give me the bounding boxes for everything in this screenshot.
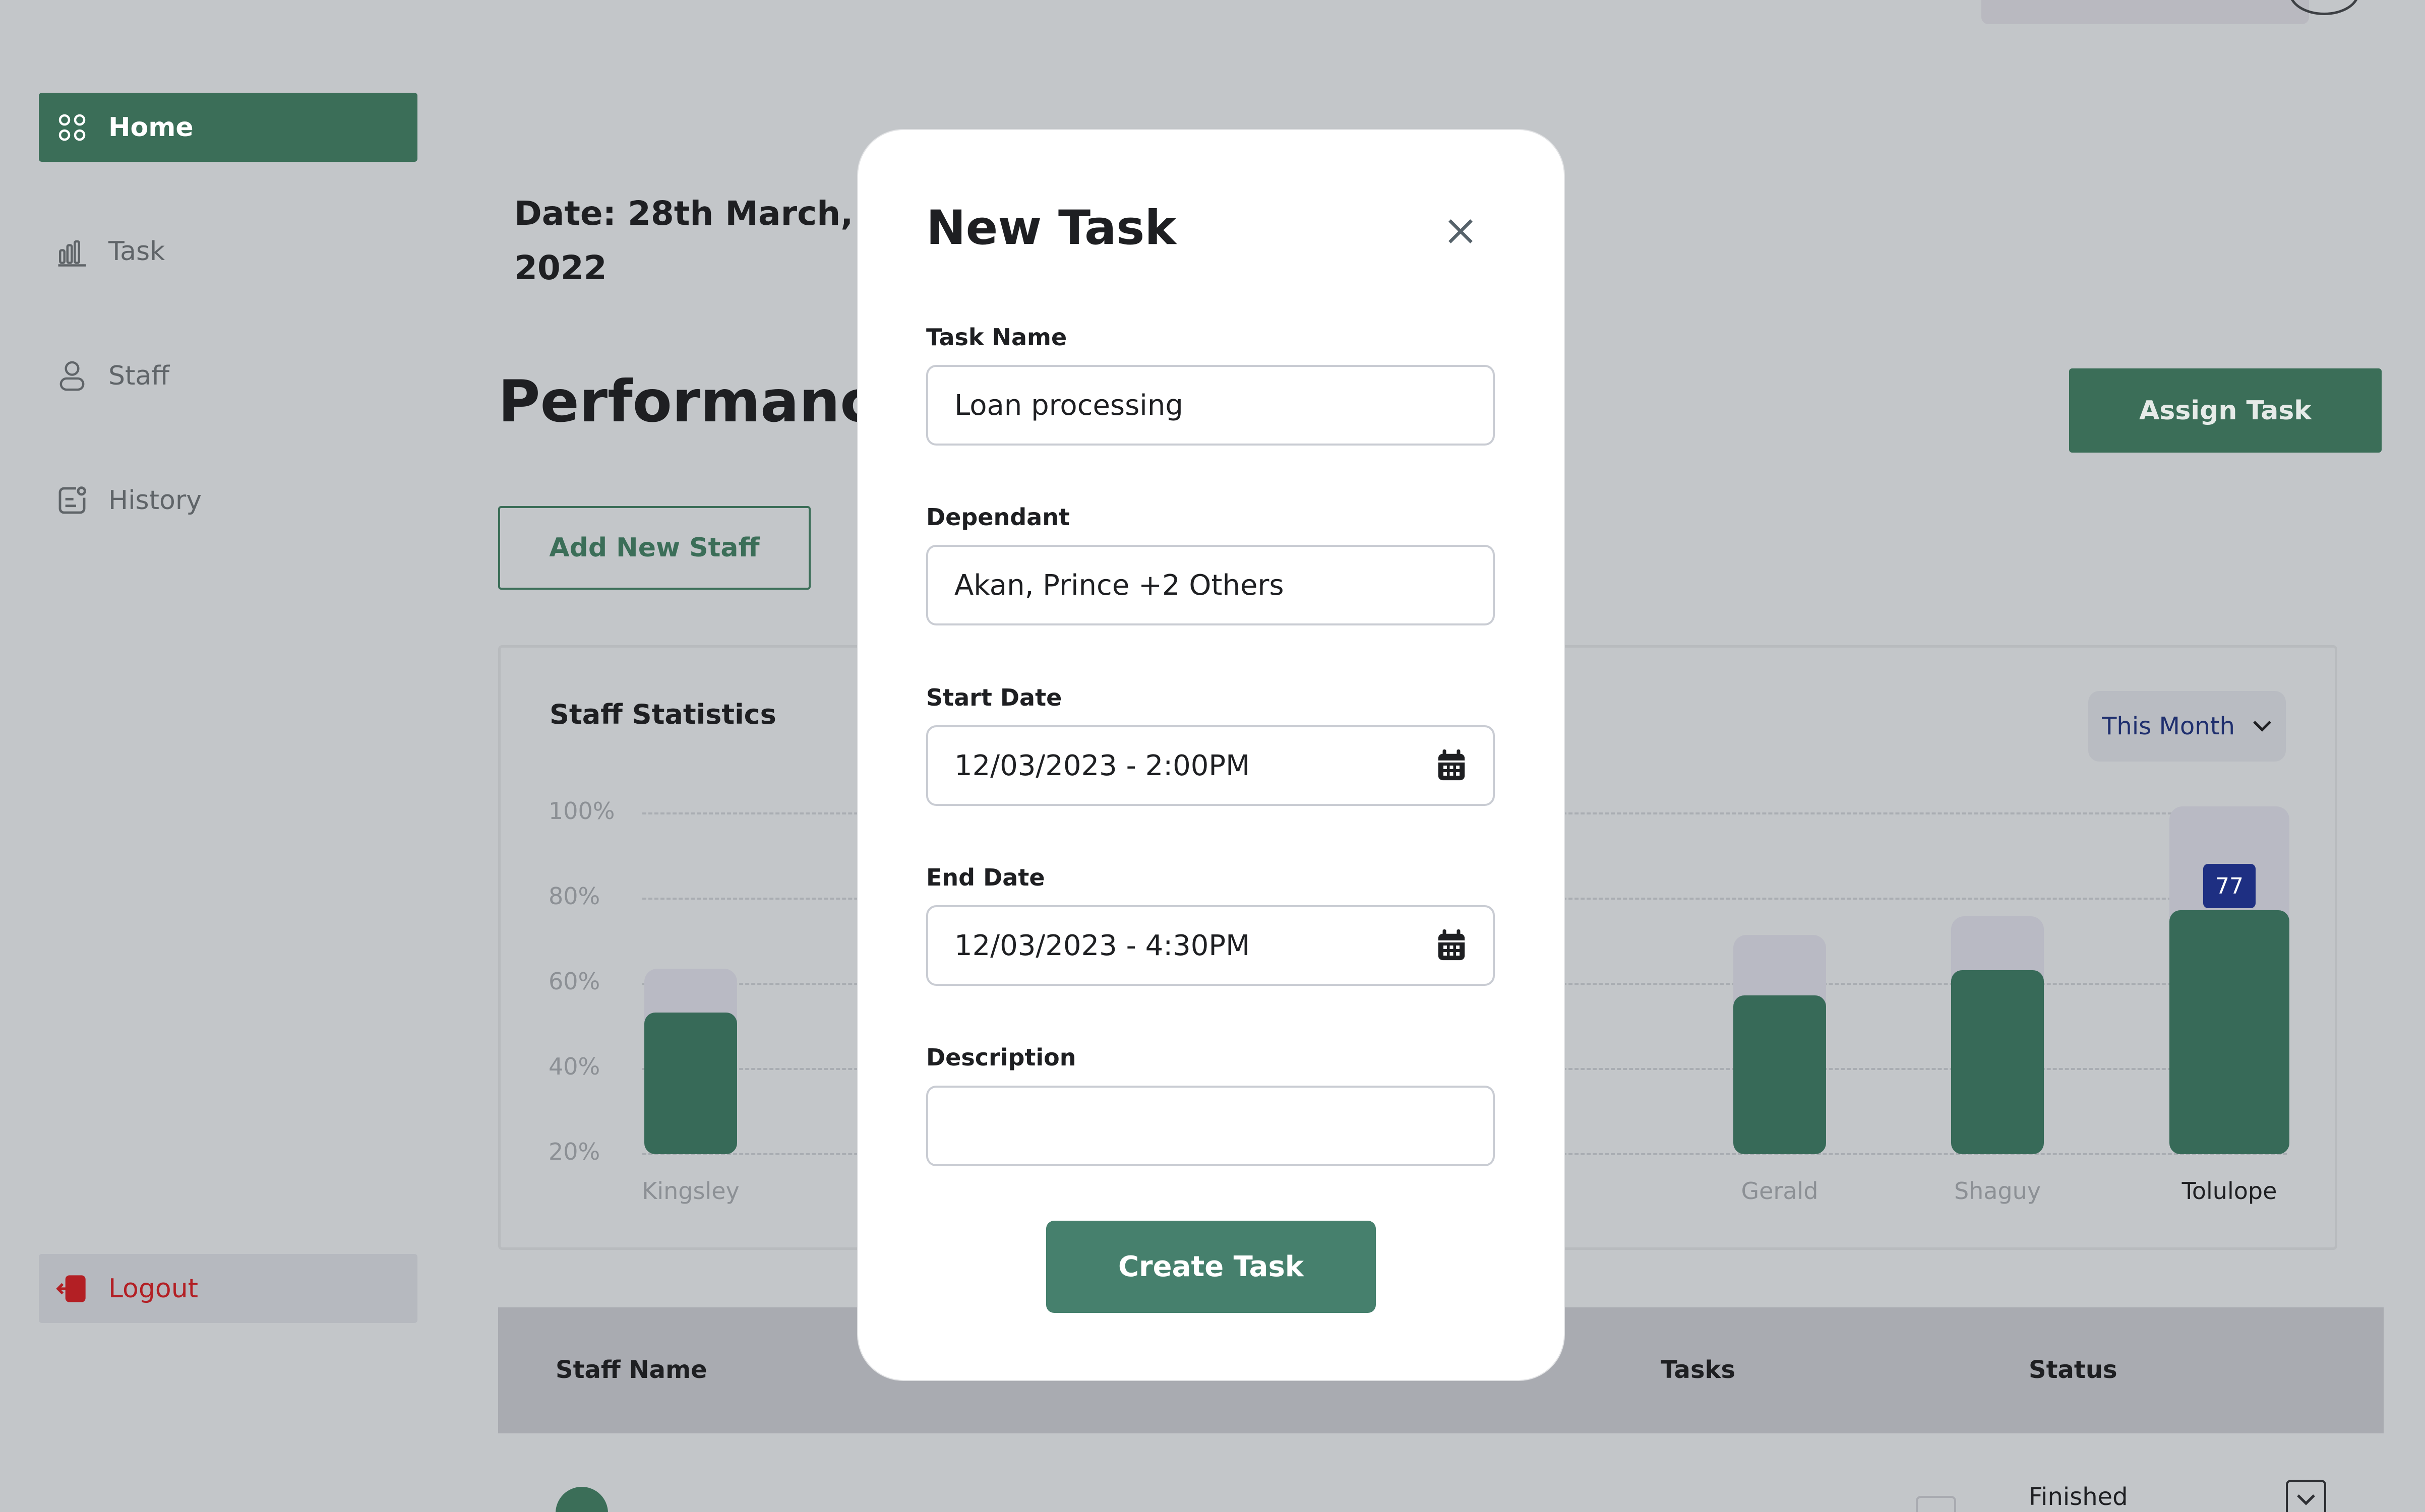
sidebar-item-history[interactable]: History (39, 466, 417, 535)
dependant-input[interactable]: Akan, Prince +2 Others (926, 545, 1495, 625)
x-axis-label: Tolulope (2181, 1177, 2277, 1205)
app-frame: Home Task Staff History Logout Date: 28t… (0, 0, 2425, 1512)
bar-gerald[interactable] (1733, 995, 1826, 1154)
sidebar-item-home[interactable]: Home (39, 93, 417, 162)
top-search-bar[interactable] (1981, 0, 2309, 24)
x-axis-label: Gerald (1741, 1177, 1818, 1205)
y-tick-label: 40% (549, 1053, 600, 1080)
stats-title: Staff Statistics (550, 699, 776, 730)
y-tick-label: 60% (549, 968, 600, 995)
bar-kingsley[interactable] (644, 1013, 737, 1154)
description-label: Description (926, 1044, 1076, 1071)
description-input[interactable] (926, 1086, 1495, 1166)
user-icon (56, 360, 88, 392)
close-button[interactable] (1443, 214, 1478, 249)
column-header-staff-name: Staff Name (556, 1356, 707, 1384)
assign-task-button[interactable]: Assign Task (2069, 368, 2382, 453)
sidebar-item-label: Task (108, 236, 165, 267)
y-tick-label: 80% (549, 883, 600, 910)
bar-shaguy[interactable] (1951, 970, 2044, 1154)
calendar-icon[interactable] (1436, 929, 1467, 962)
close-icon (1448, 219, 1473, 243)
status-badge: Finished (2029, 1483, 2128, 1511)
logout-button[interactable]: Logout (39, 1254, 417, 1323)
task-name-input[interactable]: Loan processing (926, 365, 1495, 446)
task-name-value: Loan processing (954, 389, 1183, 422)
start-date-value: 12/03/2023 - 2:00PM (954, 749, 1250, 782)
modal-title: New Task (926, 201, 1176, 256)
bar-chart-icon (56, 235, 88, 268)
sidebar-item-label: Home (108, 112, 194, 143)
x-axis-label: Kingsley (642, 1177, 740, 1205)
row-checkbox[interactable] (1916, 1496, 1956, 1512)
y-tick-label: 20% (549, 1138, 600, 1165)
avatar (556, 1487, 608, 1512)
logout-icon (56, 1273, 88, 1305)
logout-label: Logout (108, 1273, 199, 1304)
start-date-input[interactable]: 12/03/2023 - 2:00PM (926, 725, 1495, 806)
current-date: Date: 28th March, 2022 (514, 194, 854, 287)
bar-value-tooltip: 77 (2203, 864, 2256, 908)
calendar-icon[interactable] (1436, 749, 1467, 782)
column-header-status: Status (2029, 1356, 2117, 1384)
sidebar-item-staff[interactable]: Staff (39, 341, 417, 410)
end-date-value: 12/03/2023 - 4:30PM (954, 929, 1250, 962)
sidebar-item-label: Staff (108, 360, 170, 391)
chevron-down-icon (2297, 1494, 2315, 1505)
period-select-value: This Month (2102, 712, 2235, 740)
sidebar-item-label: History (108, 485, 202, 516)
row-expand-button[interactable] (2286, 1480, 2326, 1512)
history-icon (56, 484, 88, 517)
column-header-tasks: Tasks (1661, 1356, 1736, 1384)
period-select[interactable]: This Month (2088, 691, 2286, 762)
dependant-label: Dependant (926, 503, 1070, 531)
grid-icon (56, 111, 88, 144)
add-new-staff-button[interactable]: Add New Staff (498, 506, 811, 590)
start-date-label: Start Date (926, 684, 1062, 711)
y-tick-label: 100% (549, 797, 615, 825)
task-name-label: Task Name (926, 324, 1067, 351)
bar-tolulope[interactable] (2169, 910, 2289, 1154)
x-axis-label: Shaguy (1954, 1177, 2041, 1205)
end-date-label: End Date (926, 864, 1045, 891)
create-task-button[interactable]: Create Task (1046, 1221, 1376, 1313)
dependant-value: Akan, Prince +2 Others (954, 569, 1284, 602)
end-date-input[interactable]: 12/03/2023 - 4:30PM (926, 905, 1495, 986)
sidebar-item-task[interactable]: Task (39, 217, 417, 286)
chevron-down-icon (2253, 721, 2271, 732)
